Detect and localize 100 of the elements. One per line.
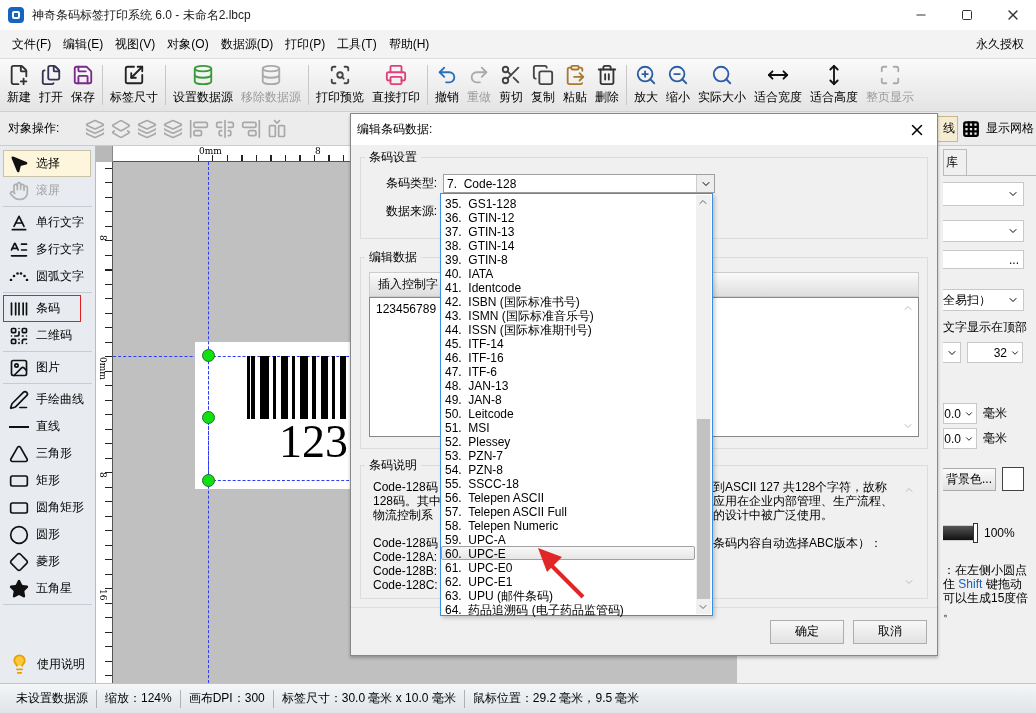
tool-button[interactable]: 圆形	[3, 521, 91, 548]
tool-button[interactable]: 二维码	[3, 322, 91, 349]
dropdown-option[interactable]: 48. JAN-13	[441, 378, 695, 392]
dropdown-option[interactable]: 39. GTIN-8	[441, 252, 695, 266]
dropdown-field[interactable]: 全易扫）	[943, 289, 1024, 311]
toolbar-button[interactable]: 实际大小	[694, 62, 750, 108]
tool-button[interactable]: 矩形	[3, 467, 91, 494]
dropdown-option[interactable]: 45. ITF-14	[441, 336, 695, 350]
dropdown-option[interactable]: 52. Plessey	[441, 434, 695, 448]
dropdown-option[interactable]: 50. Leitcode	[441, 406, 695, 420]
input-field[interactable]: ...	[943, 250, 1024, 269]
dropdown-option[interactable]: 57. Telepen ASCII Full	[441, 504, 695, 518]
toolbar-button[interactable]: 适合宽度	[750, 62, 806, 108]
dropdown-option[interactable]: 61. UPC-E0	[441, 560, 695, 574]
menu-item[interactable]: 工具(T)	[331, 35, 383, 53]
dropdown-option[interactable]: 63. UPU (邮件条码)	[441, 588, 695, 602]
tool-button[interactable]: 条码	[3, 295, 81, 322]
tool-button[interactable]: 三角形	[3, 440, 91, 467]
layers-icon[interactable]	[137, 118, 158, 139]
tool-button[interactable]: 选择	[3, 150, 91, 177]
dropdown-option[interactable]: 62. UPC-E1	[441, 574, 695, 588]
dropdown-option[interactable]: 41. Identcode	[441, 280, 695, 294]
tool-button[interactable]: 直线	[3, 413, 91, 440]
scrollbar[interactable]	[696, 195, 711, 614]
toolbar-button[interactable]: 复制	[527, 62, 559, 108]
column-icon[interactable]	[267, 118, 288, 139]
dropdown-option[interactable]: 44. ISSN (国际标准期刊号)	[441, 322, 695, 336]
color-swatch[interactable]	[1002, 467, 1024, 491]
dialog-button[interactable]: 取消	[853, 619, 927, 644]
dropdown-option[interactable]: 60. UPC-E	[441, 546, 695, 560]
slider-thumb[interactable]	[973, 523, 978, 543]
toolbar-button[interactable]: 直接打印	[368, 62, 424, 108]
dropdown-option[interactable]: 37. GTIN-13	[441, 224, 695, 238]
dropdown-option[interactable]: 49. JAN-8	[441, 392, 695, 406]
align-right-icon[interactable]	[241, 118, 262, 139]
tool-button[interactable]: 多行文字	[3, 236, 91, 263]
dropdown-option[interactable]: 58. Telepen Numeric	[441, 518, 695, 532]
tool-button[interactable]: 五角星	[3, 575, 91, 602]
toolbar-button[interactable]: 撤销	[431, 62, 463, 108]
opacity-slider-fill[interactable]	[943, 526, 973, 540]
background-color-button[interactable]: 背景色...	[943, 467, 997, 491]
scrollbar-thumb[interactable]	[697, 419, 710, 599]
toolbar-button[interactable]: 打印预览	[312, 62, 368, 108]
menu-item[interactable]: 打印(P)	[279, 35, 332, 53]
toolbar-button[interactable]: 剪切	[495, 62, 527, 108]
toolbar-button[interactable]: 粘贴	[559, 62, 591, 108]
tool-button[interactable]: 手绘曲线	[3, 386, 91, 413]
help-button[interactable]: 使用说明	[3, 649, 91, 679]
tool-button[interactable]: 菱形	[3, 548, 91, 575]
dropdown-option[interactable]: 56. Telepen ASCII	[441, 490, 695, 504]
layers-icon[interactable]	[163, 118, 184, 139]
layers-icon[interactable]	[85, 118, 106, 139]
toolbar-button[interactable]: 设置数据源	[169, 62, 237, 108]
spin-field[interactable]: 0.0	[943, 428, 977, 449]
toolbar-button[interactable]: 打开	[35, 62, 67, 108]
dropdown-option[interactable]: 64. 药品追溯码 (电子药品监管码)	[441, 602, 695, 616]
tool-button[interactable]: 单行文字	[3, 209, 91, 236]
dropdown-option[interactable]: 35. GS1-128	[441, 196, 695, 210]
menu-item[interactable]: 帮助(H)	[382, 35, 436, 53]
spin-field[interactable]: 32	[967, 342, 1023, 363]
dropdown-option[interactable]: 43. ISMN (国际标准音乐号)	[441, 308, 695, 322]
menu-item[interactable]: 数据源(D)	[214, 35, 280, 53]
toolbar-button[interactable]: 删除	[591, 62, 623, 108]
dropdown-option[interactable]: 53. PZN-7	[441, 448, 695, 462]
dropdown-field[interactable]	[943, 220, 1024, 242]
dropdown-option[interactable]: 54. PZN-8	[441, 462, 695, 476]
browse-button[interactable]: ...	[1009, 252, 1019, 267]
dropdown-option[interactable]: 40. IATA	[441, 266, 695, 280]
dropdown-field[interactable]	[943, 182, 1024, 206]
dropdown-option[interactable]: 46. ITF-16	[441, 350, 695, 364]
menu-item[interactable]: 对象(O)	[161, 35, 215, 53]
dropdown-option[interactable]: 51. MSI	[441, 420, 695, 434]
toolbar-button[interactable]: 适合高度	[806, 62, 862, 108]
dropdown-field[interactable]	[943, 342, 961, 363]
dialog-button[interactable]: 确定	[770, 619, 844, 644]
toolbar-button[interactable]: 放大	[630, 62, 662, 108]
tool-button[interactable]: 圆弧文字	[3, 263, 91, 290]
toolbar-button[interactable]: 保存	[67, 62, 99, 108]
dropdown-option[interactable]: 59. UPC-A	[441, 532, 695, 546]
dropdown-option[interactable]: 36. GTIN-12	[441, 210, 695, 224]
spin-field[interactable]: 0.0	[943, 403, 977, 424]
toolbar-button[interactable]: 新建	[3, 62, 35, 108]
dropdown-option[interactable]: 47. ITF-6	[441, 364, 695, 378]
barcode-type-dropdown[interactable]: 7. Code-128	[443, 174, 715, 193]
toolbar-button[interactable]: 标签尺寸	[106, 62, 162, 108]
menu-item[interactable]: 编辑(E)	[57, 35, 110, 53]
toolbar-button[interactable]: 缩小	[662, 62, 694, 108]
dropdown-option[interactable]: 55. SSCC-18	[441, 476, 695, 490]
dropdown-option[interactable]: 38. GTIN-14	[441, 238, 695, 252]
show-grid-button[interactable]: 显示网格	[960, 115, 1036, 142]
layers-icon[interactable]	[111, 118, 132, 139]
align-left-icon[interactable]	[189, 118, 210, 139]
panel-tab[interactable]: 库	[943, 149, 967, 175]
license-menu-item[interactable]: 永久授权	[970, 35, 1030, 53]
menu-item[interactable]: 文件(F)	[6, 35, 58, 53]
menu-item[interactable]: 视图(V)	[109, 35, 162, 53]
tool-button[interactable]: 图片	[3, 354, 91, 381]
tool-button[interactable]: 圆角矩形	[3, 494, 91, 521]
dropdown-option[interactable]: 42. ISBN (国际标准书号)	[441, 294, 695, 308]
align-center-icon[interactable]	[215, 118, 236, 139]
